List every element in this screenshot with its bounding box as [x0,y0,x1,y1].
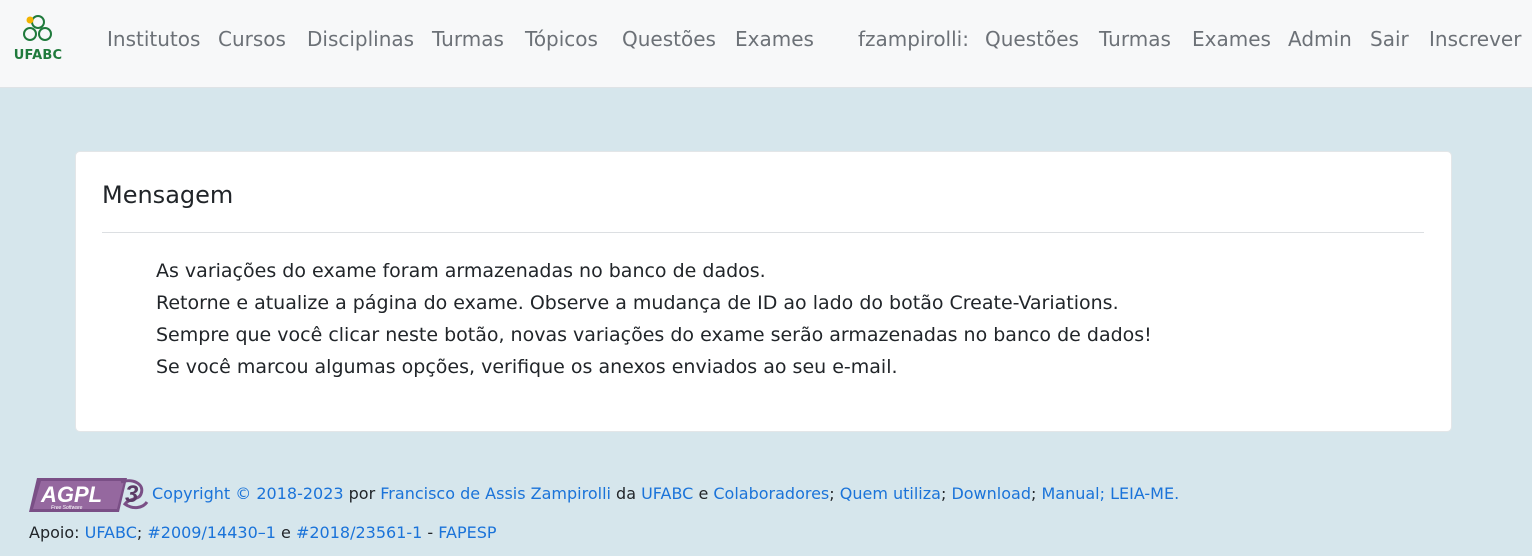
ufabc-logo-icon [23,15,52,41]
nav-institutos[interactable]: Institutos [107,27,200,51]
logo-text: UFABC [13,48,63,63]
apoio-label: Apoio: [29,523,85,542]
ufabc-link[interactable]: UFABC [641,484,693,503]
message-card: Mensagem As variações do exame foram arm… [75,151,1452,432]
nav-user-turmas[interactable]: Turmas [1099,27,1171,51]
card-title: Mensagem [102,181,234,209]
download-link[interactable]: Download [951,484,1031,503]
nav-exames[interactable]: Exames [735,27,814,51]
footer-text: ; [940,484,952,503]
nav-user-questoes[interactable]: Questões [985,27,1079,51]
footer-text: - [422,523,439,542]
footer-text: ; [1030,484,1042,503]
footer-apoio-line: Apoio: UFABC; #2009/14430–1 e #2018/2356… [29,523,497,542]
grant-2009-link[interactable]: #2009/14430–1 [147,523,276,542]
footer-text: ; [829,484,840,503]
nav-inscrever[interactable]: Inscrever [1429,27,1521,51]
agpl-text: AGPL [40,482,102,507]
quem-utiliza-link[interactable]: Quem utiliza [840,484,941,503]
footer-copyright-line: Copyright © 2018-2023 por Francisco de A… [152,484,1179,503]
footer-text: por [343,484,381,503]
nav-disciplinas[interactable]: Disciplinas [307,27,414,51]
apoio-ufabc-link[interactable]: UFABC [85,523,137,542]
nav-admin[interactable]: Admin [1288,27,1352,51]
message-line: Se você marcou algumas opções, verifique… [156,356,898,378]
message-line: Sempre que você clicar neste botão, nova… [156,324,1152,346]
nav-user-exames[interactable]: Exames [1192,27,1271,51]
agpl-logo-icon[interactable]: AGPL Free Software 3 [29,476,149,514]
nav-questoes[interactable]: Questões [622,27,716,51]
footer-text: ; [136,523,148,542]
agpl-version: 3 [125,481,139,508]
grant-2018-link[interactable]: #2018/23561-1 [296,523,422,542]
message-line: As variações do exame foram armazenadas … [156,260,766,282]
footer-text: e [275,523,296,542]
top-navbar: UFABC Institutos Cursos Disciplinas Turm… [0,0,1532,88]
card-divider [102,232,1424,233]
agpl-subtext: Free Software [51,505,83,511]
footer-text: da [610,484,642,503]
fapesp-link[interactable]: FAPESP [438,523,496,542]
manual-link[interactable]: Manual; LEIA-ME. [1041,484,1179,503]
colaboradores-link[interactable]: Colaboradores [713,484,829,503]
nav-cursos[interactable]: Cursos [218,27,286,51]
author-link[interactable]: Francisco de Assis Zampirolli [380,484,611,503]
nav-sair[interactable]: Sair [1370,27,1409,51]
footer-text: e [693,484,714,503]
nav-turmas[interactable]: Turmas [432,27,504,51]
copyright-link[interactable]: Copyright © 2018-2023 [152,484,344,503]
ufabc-logo[interactable]: UFABC [10,12,66,72]
message-line: Retorne e atualize a página do exame. Ob… [156,292,1119,314]
nav-topicos[interactable]: Tópicos [525,27,598,51]
nav-username: fzampirolli: [858,27,969,51]
